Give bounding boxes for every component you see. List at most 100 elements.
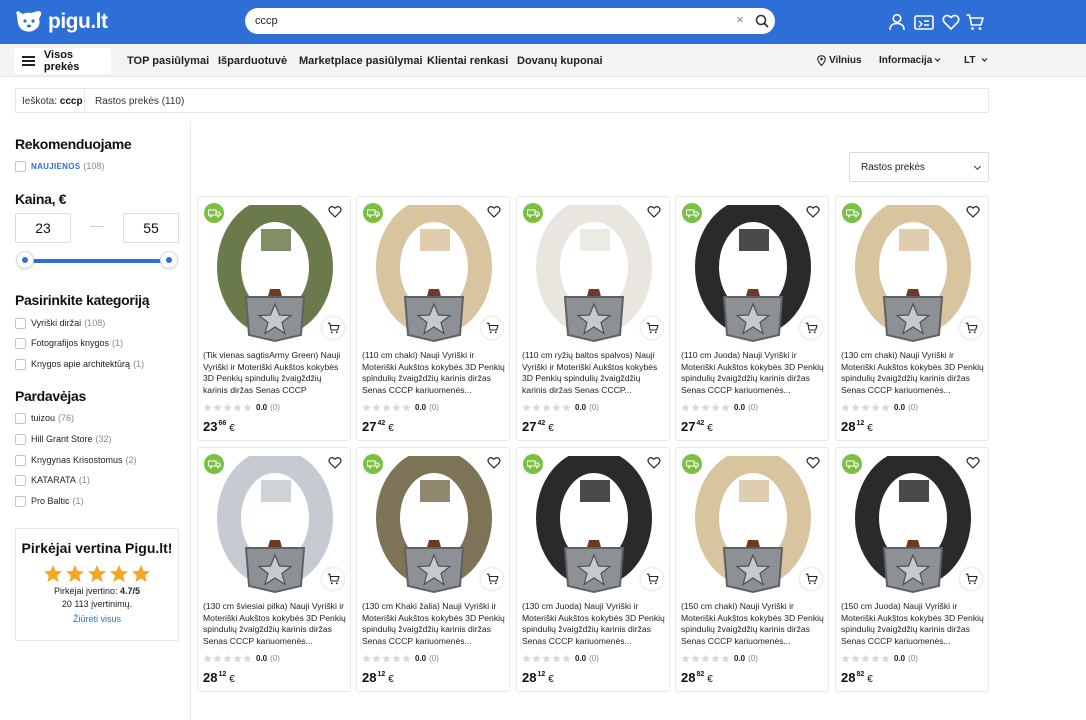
filter-seller-katarata[interactable]: KATARATA (1) (15, 474, 90, 486)
product-title[interactable]: (150 cm chaki) Nauji Vyriški ir Moterišk… (681, 601, 826, 648)
nav-item-sale[interactable]: Išparduotuvė (218, 55, 287, 67)
price-slider-min-handle[interactable] (16, 251, 34, 269)
product-title[interactable]: (130 cm Khaki žalia) Nauji Vyriški ir Mo… (362, 601, 507, 648)
product-title[interactable]: (Tik vienas sagtisArmy Green) Nauji Vyri… (203, 350, 348, 397)
wishlist-heart-icon[interactable] (487, 205, 501, 218)
filter-seller-krisostomus[interactable]: Knygynas Krisostomus (2) (15, 454, 137, 466)
product-title[interactable]: (110 cm ryžių baltos spalvos) Nauji Vyri… (522, 350, 667, 397)
star-icon (522, 402, 531, 411)
checkbox[interactable] (15, 337, 26, 349)
checkbox[interactable] (15, 317, 26, 329)
star-icon (701, 402, 710, 411)
heart-icon[interactable] (941, 12, 961, 32)
product-card[interactable]: (110 cm Juoda) Nauji Vyriški ir Moterišk… (675, 196, 829, 441)
rating-score-line: Pirkėjai įvertino: 4.7/5 (16, 586, 178, 596)
wishlist-heart-icon[interactable] (647, 205, 661, 218)
chevron-down-icon (981, 58, 988, 62)
product-title[interactable]: (130 cm Juoda) Nauji Vyriški ir Moterišk… (522, 601, 667, 648)
star-icon (841, 402, 850, 411)
wishlist-heart-icon[interactable] (487, 456, 501, 469)
rating-value: 0.0 (256, 653, 268, 663)
add-to-cart-button[interactable] (481, 317, 503, 339)
add-to-cart-button[interactable] (322, 568, 344, 590)
search-input[interactable] (255, 12, 725, 30)
price-max-input[interactable]: 55 (123, 213, 179, 243)
search-query-crumb[interactable]: Ieškota: cccp (22, 96, 83, 107)
clear-search-button[interactable]: × (733, 13, 747, 27)
rating-value: 0.0 (894, 402, 906, 412)
orders-icon[interactable] (913, 12, 935, 32)
filter-seller-pro-baltic[interactable]: Pro Baltic (1) (15, 495, 84, 507)
add-to-cart-button[interactable] (641, 568, 663, 590)
product-title[interactable]: (110 cm Juoda) Nauji Vyriški ir Moterišk… (681, 350, 826, 397)
nav-item-customers-choose[interactable]: Klientai renkasi (427, 55, 508, 67)
product-card[interactable]: (130 cm chaki) Nauji Vyriški ir Moterišk… (835, 196, 989, 441)
product-card[interactable]: (150 cm chaki) Nauji Vyriški ir Moterišk… (675, 447, 829, 692)
language-selector[interactable]: LT (964, 55, 975, 66)
checkbox[interactable] (15, 160, 26, 172)
checkbox[interactable] (15, 358, 26, 370)
product-card[interactable]: (Tik vienas sagtisArmy Green) Nauji Vyri… (197, 196, 351, 441)
user-icon[interactable] (887, 12, 907, 32)
filter-category-photo-books[interactable]: Fotografijos knygos (1) (15, 337, 123, 349)
filter-category-belts[interactable]: Vyriški diržai (108) (15, 317, 105, 329)
all-products-button[interactable]: Visos prekės (14, 48, 111, 74)
wishlist-heart-icon[interactable] (966, 205, 980, 218)
product-card[interactable]: (130 cm Khaki žalia) Nauji Vyriški ir Mo… (356, 447, 510, 692)
product-price: 2812 € (362, 670, 394, 685)
city-selector[interactable]: Vilnius (829, 55, 862, 66)
add-to-cart-button[interactable] (322, 317, 344, 339)
product-card[interactable]: (110 cm chaki) Nauji Vyriški ir Moterišk… (356, 196, 510, 441)
cart-icon[interactable] (965, 12, 985, 32)
checkbox[interactable] (15, 412, 26, 424)
nav-item-gift-coupons[interactable]: Dovanų kuponai (517, 55, 603, 67)
filter-count: (1) (78, 475, 90, 485)
product-rating: 0.0 (0) (362, 402, 439, 412)
product-card[interactable]: (150 cm Juoda) Nauji Vyriški ir Moterišk… (835, 447, 989, 692)
filter-category-architecture-books[interactable]: Knygos apie architektūrą (1) (15, 358, 144, 370)
filter-seller-hill-grant[interactable]: Hill Grant Store (32) (15, 433, 112, 445)
wishlist-heart-icon[interactable] (328, 456, 342, 469)
product-title[interactable]: (130 cm chaki) Nauji Vyriški ir Moterišk… (841, 350, 986, 397)
review-count: (0) (270, 653, 280, 663)
checkbox[interactable] (15, 495, 26, 507)
add-to-cart-button[interactable] (641, 317, 663, 339)
add-to-cart-button[interactable] (800, 568, 822, 590)
add-to-cart-button[interactable] (960, 568, 982, 590)
filter-seller-tuizou[interactable]: tuizou (76) (15, 412, 74, 424)
add-to-cart-button[interactable] (481, 568, 503, 590)
product-title[interactable]: (150 cm Juoda) Nauji Vyriški ir Moterišk… (841, 601, 986, 648)
checkbox[interactable] (15, 454, 26, 466)
product-card[interactable]: (130 cm šviesiai pilka) Nauji Vyriški ir… (197, 447, 351, 692)
checkbox[interactable] (15, 433, 26, 445)
view-all-reviews-link[interactable]: Žiūrėti visus (16, 614, 178, 624)
product-title[interactable]: (130 cm šviesiai pilka) Nauji Vyriški ir… (203, 601, 348, 648)
filter-label: Hill Grant Store (31, 434, 93, 444)
price-min-input[interactable]: 23 (15, 213, 71, 243)
add-to-cart-button[interactable] (960, 317, 982, 339)
rating-value: 0.0 (894, 653, 906, 663)
wishlist-heart-icon[interactable] (647, 456, 661, 469)
nav-item-top[interactable]: TOP pasiūlymai (127, 55, 209, 67)
cart-icon (486, 573, 499, 585)
star-icon (233, 653, 242, 662)
product-card[interactable]: (130 cm Juoda) Nauji Vyriški ir Moterišk… (516, 447, 670, 692)
product-card[interactable]: (110 cm ryžių baltos spalvos) Nauji Vyri… (516, 196, 670, 441)
filter-new[interactable]: NAUJIENOS (108) (15, 160, 104, 172)
wishlist-heart-icon[interactable] (806, 456, 820, 469)
star-icon (721, 653, 730, 662)
checkbox[interactable] (15, 474, 26, 486)
sort-select[interactable]: Rastos prekės (849, 152, 989, 182)
site-logo[interactable]: pigu.lt (14, 9, 108, 35)
product-title[interactable]: (110 cm chaki) Nauji Vyriški ir Moterišk… (362, 350, 507, 397)
wishlist-heart-icon[interactable] (966, 456, 980, 469)
search-icon[interactable] (753, 12, 771, 30)
wishlist-heart-icon[interactable] (328, 205, 342, 218)
wishlist-heart-icon[interactable] (806, 205, 820, 218)
delivery-badge-icon (204, 454, 224, 474)
star-icon (372, 402, 381, 411)
nav-item-marketplace[interactable]: Marketplace pasiūlymai (299, 55, 423, 67)
price-slider-max-handle[interactable] (160, 251, 178, 269)
add-to-cart-button[interactable] (800, 317, 822, 339)
info-menu[interactable]: Informacija (879, 55, 932, 66)
